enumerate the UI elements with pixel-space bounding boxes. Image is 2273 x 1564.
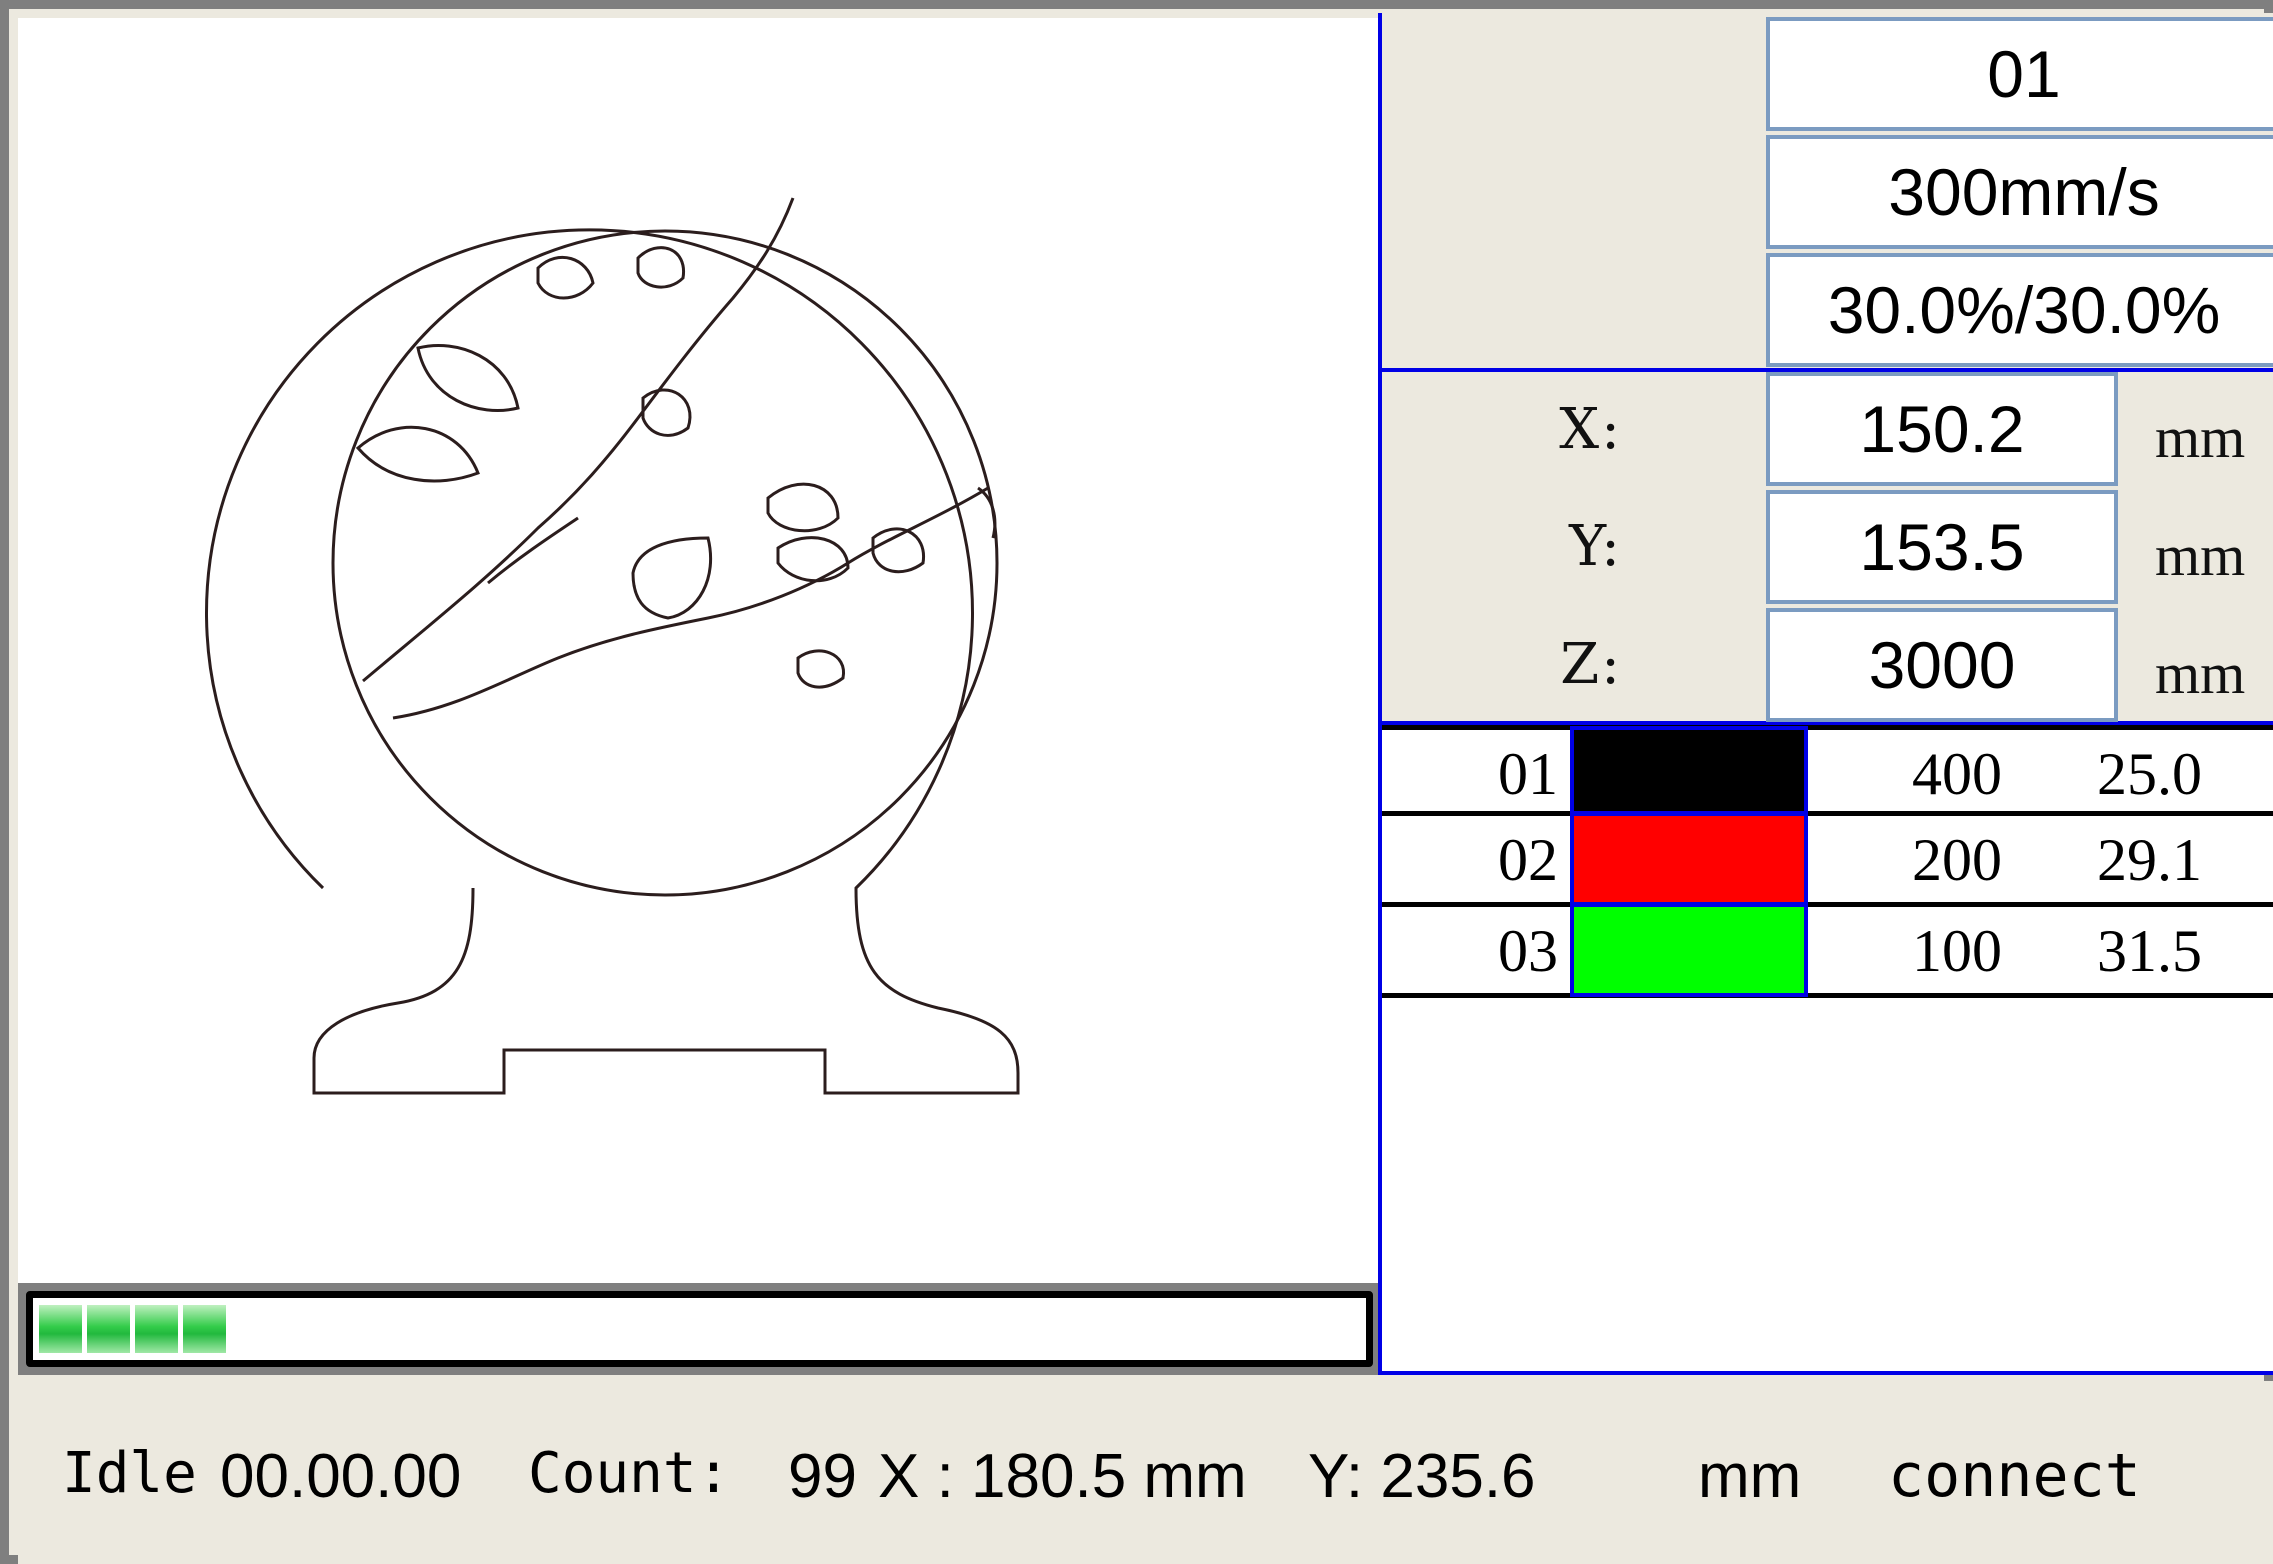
layer-speed: 400 [1912,741,2002,807]
layer-speed: 100 [1912,918,2002,984]
y-position-value: 153.5 [1766,490,2118,604]
z-position-value: 3000 [1766,608,2118,722]
status-unit: mm [1698,1442,1802,1511]
job-outline-drawing [205,197,1020,1095]
job-preview [18,18,1381,1283]
x-unit: mm [2155,405,2246,470]
layer-number: 03 [1498,918,1558,984]
controller-screen: File: 01 Speed: 300mm/s MaxPow: 30.0%/30… [0,0,2273,1564]
layer-color-swatch [1570,812,1808,906]
z-unit: mm [2155,641,2246,706]
y-unit: mm [2155,523,2246,588]
status-x-position: X : 180.5 mm [878,1442,1247,1511]
layer-number: 01 [1498,741,1558,807]
progress-segment [183,1305,226,1353]
layer-row[interactable]: 01 400 25.0 [1382,725,2273,816]
file-parameters: File: 01 Speed: 300mm/s MaxPow: 30.0%/30… [1382,13,2273,372]
elapsed-time: 00.00.00 [220,1442,462,1511]
machine-state: Idle [62,1441,197,1506]
file-value: 01 [1766,17,2273,131]
status-y-position: Y: 235.6 [1308,1442,1536,1511]
count-value: 99 [788,1442,857,1511]
progress-segment [135,1305,178,1353]
axis-position: X: 150.2 mm Y: 153.5 mm Z: 3000 mm [1382,372,2273,725]
z-label: Z: [1560,632,1622,697]
progress-fill [39,1305,226,1353]
layer-row[interactable]: 02 200 29.1 [1382,812,2273,907]
count-label: Count: [528,1441,731,1506]
layer-speed: 200 [1912,827,2002,893]
job-progress-bar [18,1283,1381,1375]
x-label: X: [1559,397,1622,462]
parameter-panel: File: 01 Speed: 300mm/s MaxPow: 30.0%/30… [1378,13,2273,1375]
layer-row[interactable]: 03 100 31.5 [1382,903,2273,998]
progress-track [26,1291,1373,1367]
progress-segment [87,1305,130,1353]
status-bar: Idle 00.00.00 Count: 99 X : 180.5 mm Y: … [18,1381,2273,1564]
layer-table: 01 400 25.0 02 200 29.1 03 100 31.5 [1382,725,2273,1375]
maxpow-value: 30.0%/30.0% [1766,253,2273,367]
layer-color-swatch [1570,726,1808,815]
connection-status: connect [1888,1441,2141,1511]
y-label: Y: [1569,514,1622,579]
layer-color-swatch [1570,903,1808,997]
progress-segment [39,1305,82,1353]
layer-power: 29.1 [2097,827,2202,893]
layer-number: 02 [1498,827,1558,893]
layer-power: 31.5 [2097,918,2202,984]
layer-power: 25.0 [2097,741,2202,807]
x-position-value: 150.2 [1766,372,2118,486]
speed-value: 300mm/s [1766,135,2273,249]
